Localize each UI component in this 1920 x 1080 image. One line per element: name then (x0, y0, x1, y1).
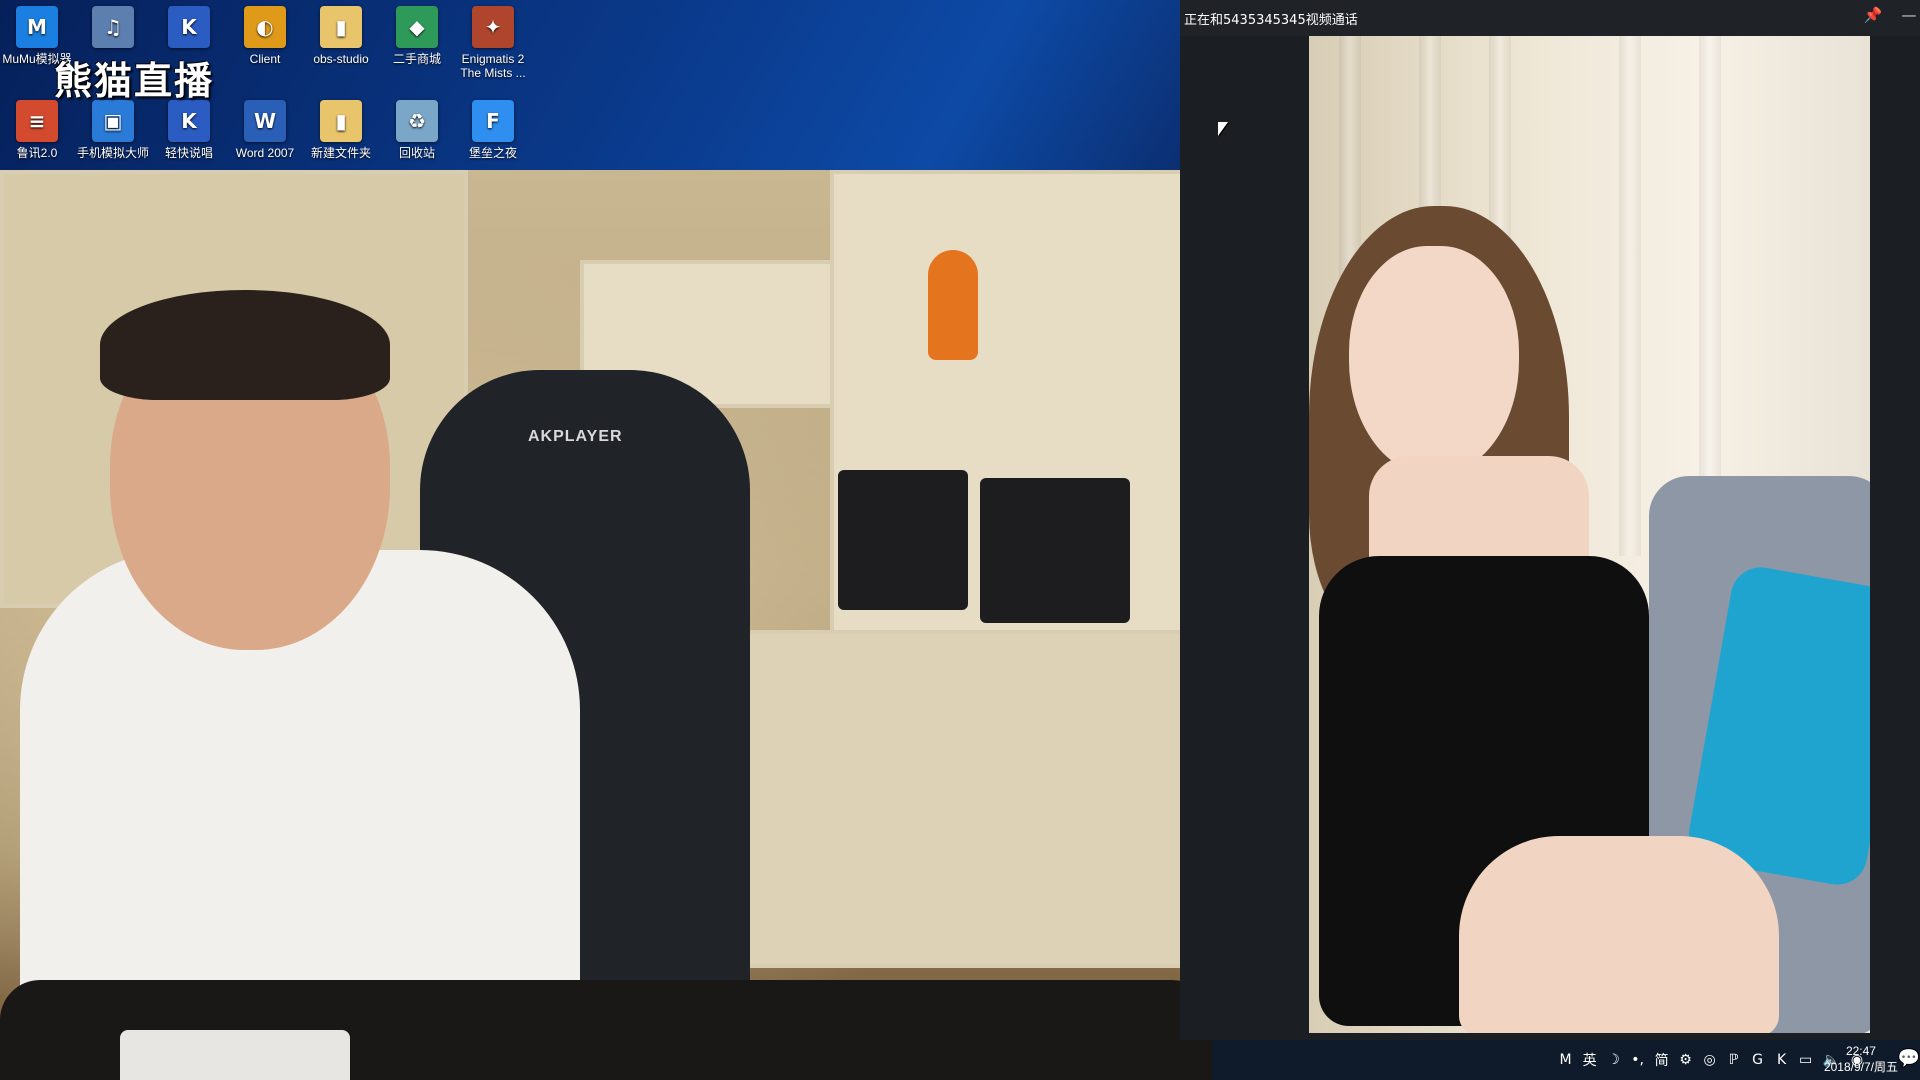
network-icon[interactable]: ▭ (1799, 1052, 1813, 1068)
folder-icon: ▮ (320, 6, 362, 48)
clock-time: 22:47 (1845, 1044, 1876, 1058)
remote-video-feed (1309, 36, 1870, 1033)
recycle-bin-icon: ♻ (396, 100, 438, 142)
desktop-shortcut-label: 二手商城 (392, 52, 441, 66)
desktop-shortcut-label: 堡垒之夜 (468, 146, 517, 160)
toy-figure (928, 250, 978, 360)
desktop: M MuMu模拟器 ♫ K ◐ Client ▮ obs-studio ◆ 二手商城 ✦ Enigma… (0, 0, 1180, 170)
client-icon: ◐ (244, 6, 286, 48)
desktop-shortcut-label: 鲁讯2.0 (16, 146, 58, 160)
simplified-icon[interactable]: 简 (1655, 1050, 1669, 1070)
desktop-shortcut[interactable]: ▮ 新建文件夹 (304, 100, 378, 160)
mumu-icon: M (16, 6, 58, 48)
streamer-webcam-feed: AKPLAYER (0, 170, 1212, 1080)
clock-date: 2018/9/7/周五 (1823, 1060, 1898, 1074)
moon-icon[interactable]: ☽ (1607, 1052, 1621, 1068)
desktop-shortcut[interactable]: ✦ Enigmatis 2 The Mists ... (456, 6, 530, 80)
game-icon: ✦ (472, 6, 514, 48)
ime-lang-icon[interactable]: 英 (1583, 1050, 1597, 1070)
woman-legs (1459, 836, 1779, 1033)
input-method-m-icon[interactable]: M (1559, 1052, 1573, 1068)
document-icon: ≡ (16, 100, 58, 142)
notification-icon[interactable]: 💬 (1898, 1048, 1920, 1069)
desktop-shortcut-label: Client (249, 52, 281, 66)
shield-icon[interactable]: ◎ (1703, 1052, 1717, 1068)
store-icon: ◆ (396, 6, 438, 48)
desktop-shortcut[interactable]: K 轻快说唱 (152, 100, 226, 160)
kx-app-icon: K (168, 6, 210, 48)
desktop-shortcut[interactable]: ♻ 回收站 (380, 100, 454, 160)
word-icon: W (244, 100, 286, 142)
minimize-icon[interactable]: — (1898, 6, 1920, 24)
desktop-shortcut[interactable]: ◆ 二手商城 (380, 6, 454, 66)
desktop-shortcut[interactable]: ♫ (76, 6, 150, 52)
desktop-shortcut[interactable]: ≡ 鲁讯2.0 (0, 100, 74, 160)
g-app-icon[interactable]: G (1751, 1052, 1765, 1068)
desktop-shortcut[interactable]: W Word 2007 (228, 100, 302, 160)
desktop-shortcut-label: 手机模拟大师 (76, 146, 149, 160)
folder-icon: ▮ (320, 100, 362, 142)
desktop-shortcut-label: Word 2007 (235, 146, 295, 160)
woman-face (1349, 246, 1519, 476)
clock[interactable]: 22:47 2018/9/7/周五 (1824, 1043, 1898, 1075)
phone-emulator-icon: ▣ (92, 100, 134, 142)
speaker-left (838, 470, 968, 610)
taskbar: M 英 ☽ •, 简 ⚙ ◎ ℙ G K ▭ 🔈 ◉ 22:47 2018/9/7/周五 💬 (1212, 1040, 1920, 1080)
speaker-right (980, 478, 1130, 623)
desktop-shortcut[interactable]: K (152, 6, 226, 52)
desktop-shortcut[interactable]: ◐ Client (228, 6, 302, 66)
call-titlebar[interactable]: 正在和5435345345视频通话 📌 — (1180, 0, 1920, 36)
desktop-shortcut[interactable]: ▣ 手机模拟大师 (76, 100, 150, 160)
desktop-shortcut-label: Enigmatis 2 The Mists ... (460, 52, 526, 80)
person-hair (100, 290, 390, 400)
laptop (120, 1030, 350, 1080)
desktop-shortcut[interactable]: F 堡垒之夜 (456, 100, 530, 160)
call-title: 正在和5435345345视频通话 (1184, 12, 1358, 28)
chair-brand-label: AKPLAYER (528, 428, 623, 445)
fortnite-icon: F (472, 100, 514, 142)
desktop-shortcut[interactable]: ▮ obs-studio (304, 6, 378, 66)
mouse-cursor-icon (1218, 122, 1228, 136)
desktop-shortcut-label: 轻快说唱 (164, 146, 213, 160)
curtain-fold (1619, 36, 1641, 556)
cabinet-doors (740, 630, 1212, 968)
punctuation-icon[interactable]: •, (1631, 1052, 1645, 1068)
desktop-shortcut-label: 回收站 (398, 146, 435, 160)
video-call-window: 正在和5435345345视频通话 📌 — (1180, 0, 1920, 1040)
desktop-shortcut-label: 新建文件夹 (310, 146, 371, 160)
kx-tray-icon[interactable]: K (1775, 1052, 1789, 1068)
brand-watermark: 熊猫直播 (54, 59, 215, 103)
kx-app-icon: K (168, 100, 210, 142)
pin-icon[interactable]: 📌 (1862, 6, 1884, 24)
settings-icon[interactable]: ⚙ (1679, 1052, 1693, 1068)
system-tray: M 英 ☽ •, 简 ⚙ ◎ ℙ G K ▭ 🔈 ◉ (1559, 1050, 1864, 1070)
desktop-shortcut-label: obs-studio (313, 52, 369, 66)
mp3-file-icon: ♫ (92, 6, 134, 48)
app-tray-icon[interactable]: ℙ (1727, 1052, 1741, 1068)
